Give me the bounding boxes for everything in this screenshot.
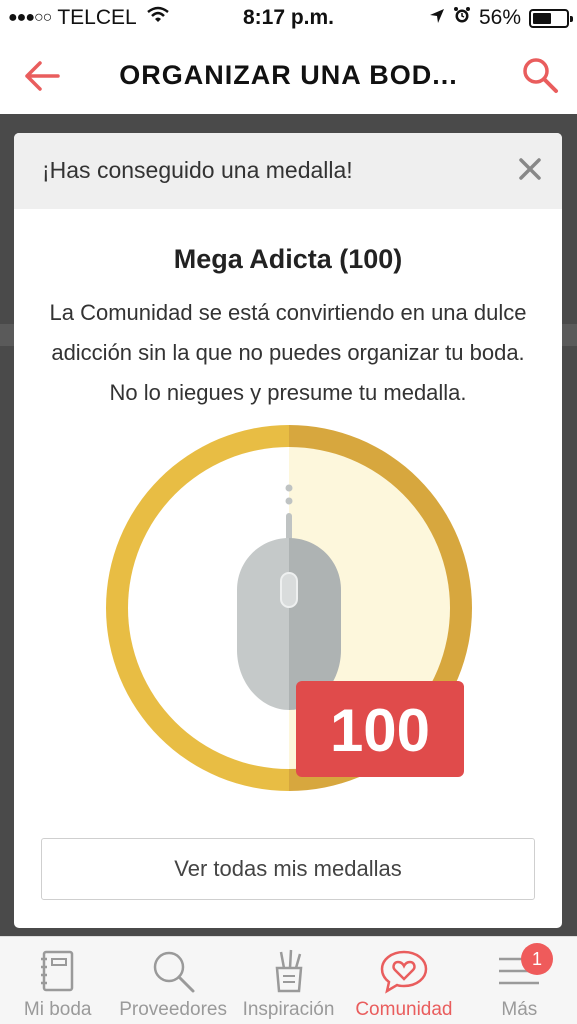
tab-label-proveedores: Proveedores — [119, 999, 227, 1020]
battery-percent: 56% — [478, 6, 521, 29]
pencil-cup-icon — [269, 947, 309, 995]
close-icon — [519, 158, 541, 180]
notebook-icon — [38, 947, 78, 995]
tab-label-comunidad: Comunidad — [355, 999, 453, 1020]
alarm-icon — [453, 6, 471, 30]
back-button[interactable] — [20, 54, 64, 98]
tab-comunidad[interactable]: Comunidad — [346, 937, 461, 1024]
medal-image: 100 — [106, 425, 472, 791]
medal-level-badge: 100 — [296, 681, 464, 777]
search-button[interactable] — [517, 52, 563, 98]
battery-tip — [570, 15, 573, 22]
tab-mi-boda[interactable]: Mi boda — [0, 937, 115, 1024]
tab-label-inspiracion: Inspiración — [242, 999, 335, 1020]
medal-badge-text: 100 — [330, 697, 430, 764]
tab-label-mas: Más — [501, 999, 538, 1020]
modal-title: ¡Has conseguido una medalla! — [42, 157, 353, 183]
location-arrow-icon — [429, 6, 445, 30]
battery-icon — [529, 8, 573, 28]
close-button[interactable] — [512, 151, 548, 187]
modal-header: ¡Has conseguido una medalla! — [14, 133, 562, 209]
view-all-medals-button[interactable]: Ver todas mis medallas — [41, 838, 535, 900]
tab-proveedores[interactable]: Proveedores — [115, 937, 230, 1024]
search-icon — [150, 947, 196, 995]
tab-mas[interactable]: Más 1 — [462, 937, 577, 1024]
page-title: ORGANIZAR UNA BOD... — [119, 60, 458, 90]
status-bar: ●●●○○ TELCEL 8:17 p.m. 56% — [0, 0, 577, 38]
medal-description: La Comunidad se está convirtiendo en una… — [49, 300, 527, 405]
app-header: ORGANIZAR UNA BOD... — [0, 38, 577, 114]
back-arrow-icon — [25, 61, 60, 91]
system-indicators: 56% — [421, 6, 573, 30]
battery-level — [533, 12, 551, 24]
tab-label-mi-boda: Mi boda — [23, 999, 92, 1020]
tab-bar: Mi boda Proveedores Inspiración Comunida… — [0, 936, 577, 1024]
tab-inspiracion[interactable]: Inspiración — [231, 937, 346, 1024]
medal-name: Mega Adicta (100) — [173, 244, 403, 274]
heart-chat-icon — [379, 947, 429, 995]
notification-badge: 1 — [521, 943, 554, 975]
search-icon — [523, 58, 558, 93]
medal-modal: ¡Has conseguido una medalla! Mega Adicta… — [14, 133, 562, 928]
